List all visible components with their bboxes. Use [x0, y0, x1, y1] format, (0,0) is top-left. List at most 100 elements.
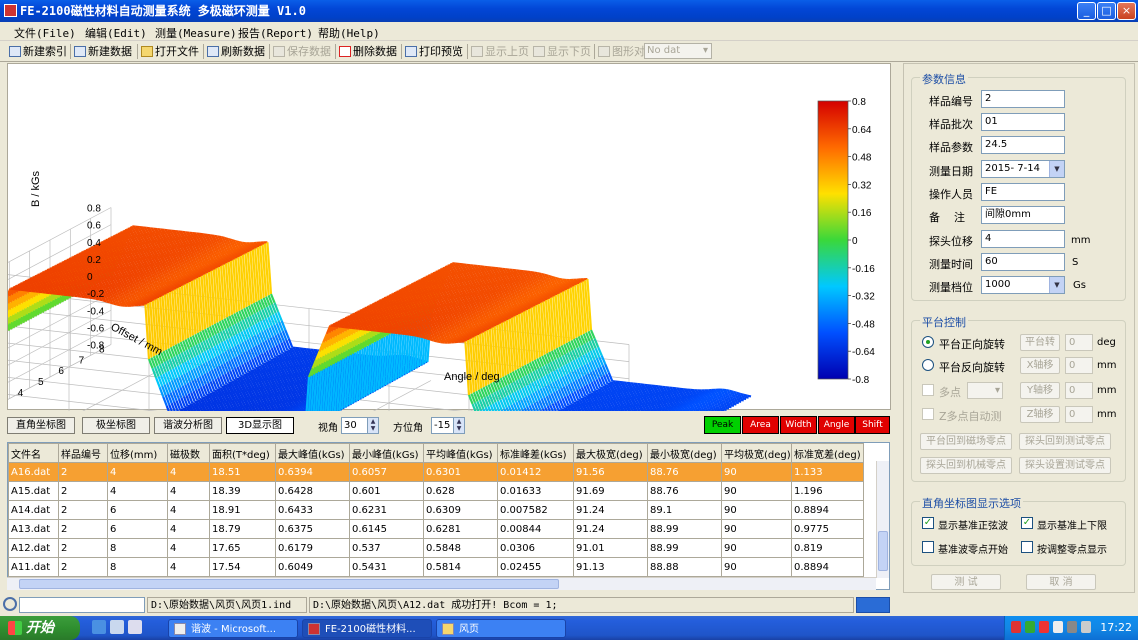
surface-line	[154, 262, 159, 266]
surface-line	[499, 294, 504, 298]
surface-line	[530, 271, 535, 274]
surface-line	[712, 399, 717, 403]
surface-line	[478, 290, 483, 294]
surface-line	[523, 281, 528, 285]
surface-line	[225, 239, 230, 243]
surface-line	[177, 248, 182, 252]
toolbar-separator	[594, 44, 595, 59]
surface-line	[718, 393, 723, 396]
surface-line	[726, 391, 732, 395]
open-file-button[interactable]: 打开文件	[140, 43, 199, 60]
surface-line	[520, 286, 525, 290]
surface-line	[167, 253, 172, 257]
surface-line	[506, 290, 511, 294]
surface-line	[524, 289, 529, 293]
surface-line	[224, 248, 229, 252]
surface-line	[697, 407, 702, 411]
surface-line	[512, 295, 517, 299]
surface-line	[219, 251, 224, 254]
surface-line	[533, 276, 538, 280]
surface-line	[167, 263, 172, 267]
surface-line	[156, 266, 161, 270]
print-preview-button[interactable]: 打印预览	[404, 43, 463, 60]
toolbar-separator	[269, 44, 270, 59]
surface-line	[726, 397, 731, 401]
menu-report[interactable]: 报告(Report)	[238, 25, 313, 41]
surface-line	[211, 241, 216, 245]
surface-line	[514, 294, 520, 298]
surface-line	[193, 247, 198, 251]
surface-line	[531, 291, 536, 295]
surface-line	[168, 260, 173, 264]
prev-page-button[interactable]: 显示上页	[470, 43, 529, 60]
surface-line	[219, 245, 224, 249]
delete-data-button[interactable]: 删除数据	[338, 43, 397, 60]
surface-line	[524, 276, 529, 280]
surface-line	[489, 304, 494, 308]
surface-line	[502, 306, 507, 310]
surface-line	[221, 244, 227, 248]
surface-line	[496, 306, 501, 310]
surface-line	[224, 236, 229, 241]
new-data-button[interactable]: 新建数据	[73, 43, 132, 60]
surface-line	[520, 275, 525, 279]
surface-line	[165, 266, 171, 270]
surface-line	[144, 267, 149, 271]
surface-line	[170, 264, 175, 268]
surface-line	[192, 259, 197, 263]
surface-line	[521, 277, 526, 281]
surface-line	[204, 234, 209, 238]
minimize-button[interactable]: _	[1077, 2, 1096, 20]
toolbar-separator	[137, 44, 138, 59]
save-data-button[interactable]: 保存数据	[272, 43, 331, 60]
surface-line	[516, 280, 521, 283]
surface-line	[517, 287, 522, 291]
close-button[interactable]: ×	[1117, 2, 1136, 20]
surface-line	[519, 274, 524, 277]
surface-line	[214, 241, 219, 246]
surface-line	[218, 242, 223, 247]
surface-line	[165, 259, 170, 263]
surface-line	[733, 399, 738, 403]
new-index-button[interactable]: 新建索引	[8, 43, 67, 60]
surface-line	[532, 274, 537, 278]
surface-line	[529, 274, 533, 277]
surface-line	[719, 395, 724, 399]
surface-line	[226, 247, 231, 251]
menu-measure[interactable]: 测量(Measure)	[155, 25, 237, 41]
compare-select[interactable]: No dat ▾	[644, 43, 712, 59]
surface-line	[720, 409, 725, 413]
surface-line	[217, 240, 222, 244]
surface-line	[207, 245, 212, 249]
maximize-button[interactable]: □	[1097, 2, 1116, 20]
surface-line	[691, 407, 696, 411]
surface-line	[177, 272, 182, 276]
surface-line	[220, 247, 225, 251]
surface-line	[706, 399, 711, 403]
surface-line	[550, 279, 555, 283]
surface-line	[166, 269, 172, 273]
menu-file[interactable]: 文件(File)	[14, 25, 76, 41]
surface-line	[500, 284, 504, 287]
surface-line	[700, 405, 705, 409]
surface-line	[501, 285, 505, 289]
surface-line	[513, 292, 519, 296]
surface-line	[177, 253, 182, 257]
surface-line	[741, 395, 746, 399]
surface-line	[509, 279, 514, 282]
surface-line	[219, 239, 224, 243]
surface-line	[161, 254, 166, 258]
surface-line	[521, 288, 526, 292]
surface-line	[719, 401, 724, 405]
refresh-data-button[interactable]: 刷新数据	[206, 43, 265, 60]
surface-line	[504, 297, 509, 301]
new-data-icon	[74, 46, 86, 57]
menu-edit[interactable]: 编辑(Edit)	[85, 25, 147, 41]
surface-line	[506, 301, 511, 305]
surface-line	[490, 301, 495, 305]
surface-line	[195, 246, 200, 250]
menu-help[interactable]: 帮助(Help)	[318, 25, 380, 41]
surface-line	[477, 300, 482, 303]
next-page-button[interactable]: 显示下页	[532, 43, 591, 60]
surface-line	[532, 279, 537, 284]
